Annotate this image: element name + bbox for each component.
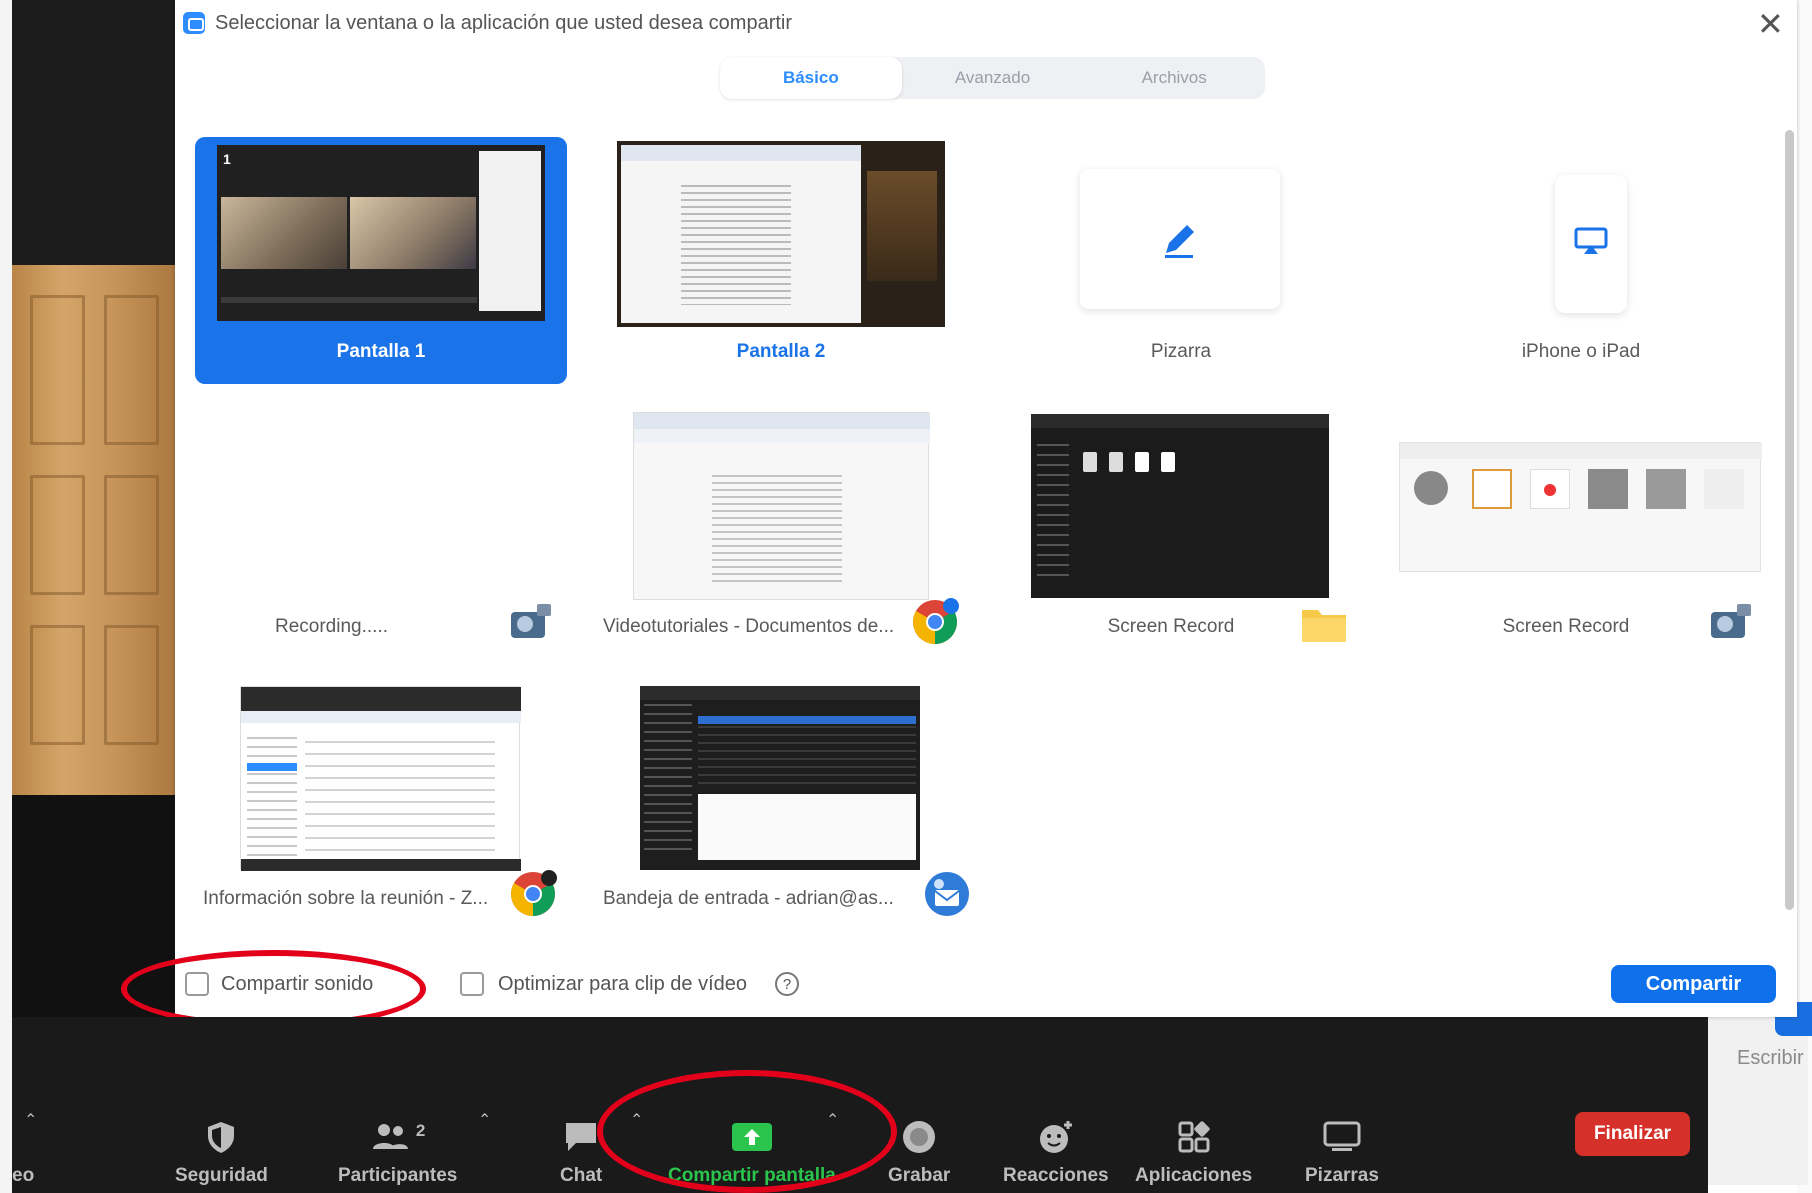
annotation-ellipse-share-screen [597,1070,897,1193]
tab-bar: Básico Avanzado Archivos [720,57,1265,99]
tile-label: Pantalla 2 [736,341,826,362]
optimize-video-checkbox[interactable]: Optimizar para clip de vídeo ? [460,972,800,996]
tile-screen-record-folder[interactable]: Screen Record [995,408,1367,658]
tab-basico[interactable]: Básico [720,57,902,99]
tile-pantalla-2[interactable]: Pantalla 2 [595,137,967,384]
tile-recording[interactable]: Recording..... [195,408,567,658]
screen-recorder-icon [511,604,551,638]
thunderbird-icon [925,872,969,916]
tile-label: iPhone o iPad [1521,341,1641,362]
toolbar-label: Grabar [888,1165,951,1186]
toolbar-label: Participantes [338,1165,458,1186]
close-icon[interactable]: ✕ [1757,8,1784,40]
toolbar-reacciones[interactable]: Reacciones [1003,1115,1109,1187]
phone-card [1555,175,1627,313]
participants-count: 2 [415,1121,426,1140]
screen-record-thumbnail [1399,442,1762,572]
toolbar-participantes[interactable]: 2 Participantes [338,1115,457,1187]
tile-label: Recording..... [275,616,388,637]
screen-recorder-icon [1711,604,1751,638]
tile-label: Bandeja de entrada - adrian@as... [603,888,894,909]
help-icon[interactable]: ? [775,972,800,996]
videotutoriales-thumbnail [633,412,930,600]
chevron-up-icon[interactable]: ⌃ [478,1110,491,1130]
end-meeting-button[interactable]: Finalizar [1575,1112,1690,1156]
tile-screen-record-app[interactable]: Screen Record [1395,408,1767,658]
checkbox-box[interactable] [460,972,484,996]
folder-icon [1302,610,1346,642]
video-door-background [12,265,180,795]
tile-label: Pizarra [1150,341,1212,362]
record-icon [903,1121,936,1153]
chat-icon [566,1123,597,1151]
chrome-icon [511,870,557,916]
tile-informacion-reunion[interactable]: Información sobre la reunión - Z... [195,680,567,930]
airplay-icon [1574,227,1608,254]
reactions-icon [1039,1121,1072,1153]
pencil-icon [1165,225,1194,258]
toolbar-label: Chat [560,1165,603,1186]
toolbar-label: Reacciones [1003,1165,1109,1186]
toolbar-chat[interactable]: Chat [560,1115,602,1187]
toolbar-grabar[interactable]: Grabar [888,1115,950,1187]
explorer-thumbnail [1031,414,1329,598]
toolbar-pizarras[interactable]: Pizarras [1305,1115,1379,1187]
whiteboard-icon [1323,1121,1361,1151]
scrollbar[interactable] [1785,130,1794,910]
tile-pizarra[interactable]: Pizarra [995,137,1367,384]
screen-1-thumbnail: 1 [217,145,545,321]
side-panel [1708,1010,1808,1185]
tile-iphone-ipad[interactable]: iPhone o iPad [1395,137,1767,384]
meeting-info-thumbnail [240,686,521,871]
screen-2-thumbnail [617,141,945,327]
zoom-logo-icon [183,12,205,34]
tab-avanzado[interactable]: Avanzado [902,57,1084,99]
toolbar-seguridad[interactable]: Seguridad [175,1115,268,1187]
shield-icon [208,1122,235,1153]
tile-bandeja-entrada[interactable]: Bandeja de entrada - adrian@as... [595,680,969,930]
toolbar-partial-item[interactable]: eo [12,1115,34,1187]
tile-videotutoriales[interactable]: Videotutoriales - Documentos de... [595,408,967,658]
share-screen-dialog: Seleccionar la ventana o la aplicación q… [175,0,1797,1017]
chrome-icon [913,598,959,644]
video-background [0,0,180,265]
tile-label: Información sobre la reunión - Z... [203,888,489,909]
apps-icon [1178,1121,1210,1153]
toolbar-aplicaciones[interactable]: Aplicaciones [1135,1115,1252,1187]
toolbar-label: Aplicaciones [1135,1165,1253,1186]
participants-icon [372,1124,408,1149]
tile-label: Pantalla 1 [336,341,426,362]
tile-label: Videotutoriales - Documentos de... [603,616,895,637]
whiteboard-card [1080,169,1280,309]
inbox-thumbnail [640,686,920,870]
share-button[interactable]: Compartir [1611,965,1776,1003]
side-panel-placeholder[interactable]: Escribir [1737,1047,1804,1070]
toolbar-partial-label: eo [12,1165,35,1186]
tab-archivos[interactable]: Archivos [1083,57,1265,99]
tile-pantalla-1[interactable]: 1 Pantalla 1 [195,137,567,384]
left-edge [0,0,12,1193]
toolbar-label: Seguridad [175,1165,268,1186]
toolbar-label: Pizarras [1305,1165,1379,1186]
optimize-label: Optimizar para clip de vídeo [498,972,748,995]
dialog-title: Seleccionar la ventana o la aplicación q… [215,12,793,34]
